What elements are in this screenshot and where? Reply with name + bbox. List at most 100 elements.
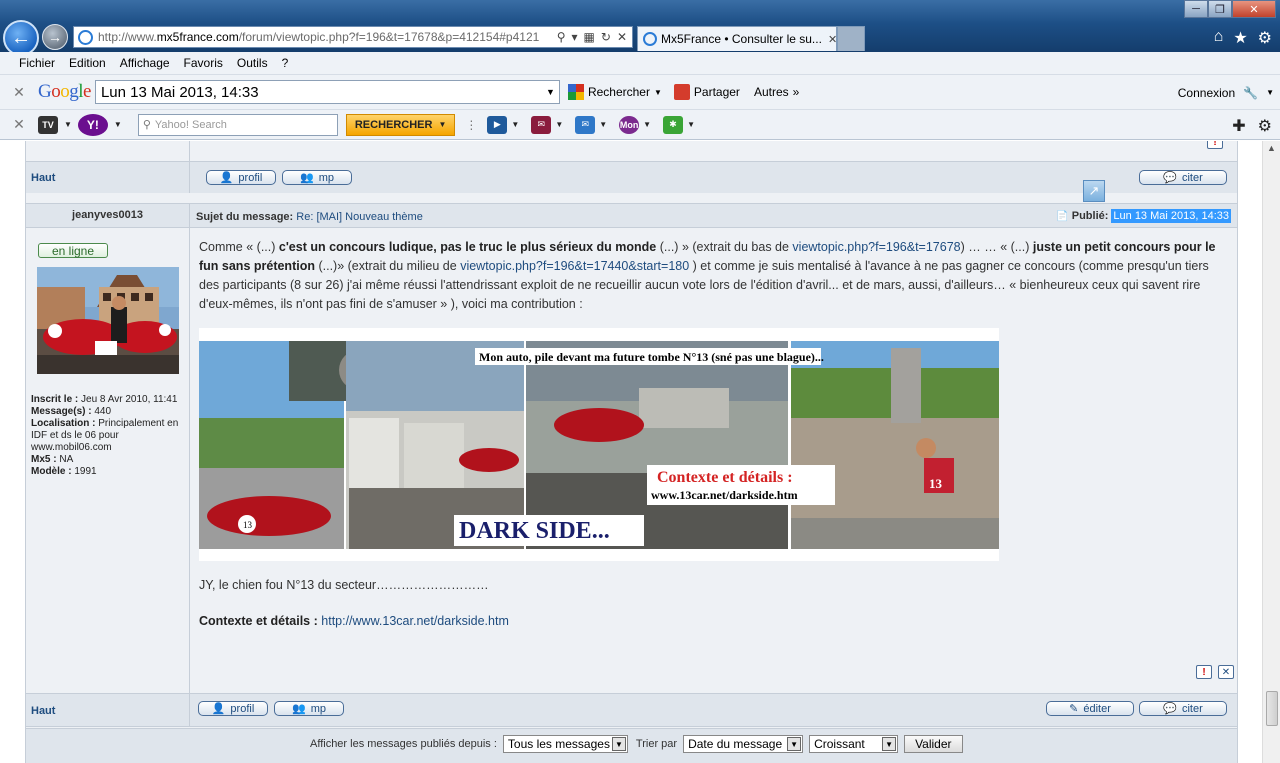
dropdown-arrow-icon[interactable]: ▼	[546, 87, 559, 97]
svg-text:13: 13	[243, 520, 253, 530]
menu-favoris[interactable]: Favoris	[184, 56, 223, 70]
page-viewport: ! Haut 👤 profil 👥 mp 💬 citer ↗ jeanyves0013…	[0, 141, 1262, 763]
chevron-down-icon[interactable]: ▼	[511, 120, 519, 129]
refresh-icon[interactable]: ↻	[601, 30, 611, 44]
tab-active[interactable]: Mx5France • Consulter le su... ✕	[637, 26, 837, 51]
google-search-icon	[567, 84, 584, 100]
haut-link[interactable]: Haut	[31, 705, 55, 717]
close-toolbar-icon[interactable]: ✕	[0, 116, 38, 133]
tab-favicon	[643, 32, 657, 46]
connexion-link[interactable]: Connexion	[1178, 86, 1235, 100]
mail-icon[interactable]: ✉	[575, 115, 596, 134]
dark-side-banner-image[interactable]: 13 13 Mon auto, pile devant ma future to…	[199, 328, 999, 561]
mail-alert-icon[interactable]: ✉	[531, 115, 552, 134]
chevron-down-icon[interactable]: ▼	[687, 120, 695, 129]
share-button[interactable]: Partager	[673, 84, 740, 100]
home-icon[interactable]: ⌂	[1214, 28, 1224, 48]
scrollbar-thumb[interactable]	[1266, 691, 1278, 726]
maximize-button[interactable]: ❐	[1208, 0, 1232, 18]
add-icon[interactable]: ✚	[1232, 116, 1245, 136]
sort-label: Trier par	[635, 738, 678, 750]
filter-bar: Afficher les messages publiés depuis : T…	[26, 728, 1237, 763]
close-icon: ✕	[1221, 666, 1231, 678]
compat-icon[interactable]: ▦	[584, 30, 595, 44]
author-name[interactable]: jeanyves0013	[26, 209, 189, 221]
profil-button[interactable]: 👤 profil	[206, 170, 276, 185]
video-icon[interactable]: ▶	[487, 115, 508, 134]
favorites-star-icon[interactable]: ★	[1233, 28, 1247, 48]
address-bar[interactable]: http://www.mx5france.com/forum/viewtopic…	[73, 26, 633, 48]
menu-edition[interactable]: Edition	[69, 56, 106, 70]
google-search-button[interactable]: Rechercher ▼	[567, 84, 662, 100]
dropdown-arrow-icon: ▼	[787, 737, 802, 751]
browser-titlebar: ← → http://www.mx5france.com/forum/viewt…	[0, 0, 1280, 56]
citer-button[interactable]: 💬 citer	[1139, 701, 1227, 716]
menu-affichage[interactable]: Affichage	[120, 56, 170, 70]
chevron-down-icon[interactable]: ▼	[599, 120, 607, 129]
yahoo-logo-icon[interactable]: Y!	[77, 113, 108, 136]
menu-help[interactable]: ?	[282, 56, 289, 70]
close-window-button[interactable]: ✕	[1232, 0, 1276, 18]
viewtopic-link-1[interactable]: viewtopic.php?f=196&t=17678	[792, 240, 960, 254]
svg-text:www.13car.net/darkside.htm: www.13car.net/darkside.htm	[651, 488, 798, 502]
settings-gear-icon[interactable]: ⚙	[1258, 116, 1272, 136]
menu-fichier[interactable]: Fichier	[19, 56, 55, 70]
subject-link[interactable]: Re: [MAI] Nouveau thème	[296, 211, 423, 223]
chevron-down-icon[interactable]: ▼	[1266, 88, 1274, 97]
sort-select[interactable]: Date du message ▼	[683, 735, 804, 753]
darkside-link[interactable]: http://www.13car.net/darkside.htm	[321, 614, 509, 628]
mon-icon[interactable]: Mon	[619, 115, 640, 134]
svg-text:13: 13	[929, 476, 943, 491]
delete-button[interactable]: ✕	[1218, 665, 1234, 679]
forum-post-area: ! Haut 👤 profil 👥 mp 💬 citer ↗ jeanyves0013…	[25, 141, 1238, 763]
report-button[interactable]: !	[1196, 665, 1212, 679]
profil-button[interactable]: 👤 profil	[198, 701, 268, 716]
chevron-down-icon[interactable]: ▼	[64, 120, 72, 129]
chevron-down-icon: ▼	[653, 87, 662, 97]
url-text[interactable]: http://www.mx5france.com/forum/viewtopic…	[98, 30, 552, 44]
minimize-button[interactable]: ─	[1184, 0, 1208, 18]
vertical-scrollbar[interactable]: ▲	[1262, 141, 1280, 763]
back-button[interactable]: ←	[3, 20, 39, 56]
quote-icon: 💬	[1163, 172, 1177, 184]
chevron-down-icon: ▼	[438, 120, 447, 129]
yahoo-search-button[interactable]: RECHERCHER ▼	[345, 113, 456, 136]
search-icon[interactable]: ⚲	[557, 30, 566, 44]
post-content: Comme « (...) c'est un concours ludique,…	[189, 228, 1237, 693]
report-icon[interactable]: !	[1207, 141, 1223, 149]
order-select[interactable]: Croissant ▼	[809, 735, 899, 753]
menu-outils[interactable]: Outils	[237, 56, 268, 70]
close-toolbar-icon[interactable]: ✕	[0, 84, 38, 101]
chevron-down-icon[interactable]: ▼	[555, 120, 563, 129]
chevron-down-icon[interactable]: ▼	[643, 120, 651, 129]
new-tab-button[interactable]	[837, 26, 865, 51]
haut-link[interactable]: Haut	[31, 172, 55, 184]
viewtopic-link-2[interactable]: viewtopic.php?f=196&t=17440&start=180	[460, 259, 689, 273]
svg-text:DARK SIDE...: DARK SIDE...	[459, 518, 610, 544]
editer-button[interactable]: ✎ éditer	[1046, 701, 1134, 716]
dropdown-icon[interactable]: ▾	[572, 30, 578, 44]
stop-icon[interactable]: ✕	[617, 30, 627, 44]
mp-button[interactable]: 👥 mp	[282, 170, 352, 185]
document-icon: 📄	[1056, 210, 1069, 222]
wrench-icon[interactable]: 🔧	[1243, 86, 1258, 100]
tab-close-icon[interactable]: ✕	[828, 33, 836, 46]
avatar[interactable]	[37, 267, 179, 374]
yahoo-search-input[interactable]: ⚲ Yahoo! Search	[137, 113, 338, 136]
google-search-input[interactable]: Lun 13 Mai 2013, 14:33 ▼	[94, 80, 560, 104]
widget-icon[interactable]: ✱	[663, 115, 684, 134]
mp-button[interactable]: 👥 mp	[274, 701, 344, 716]
settings-gear-icon[interactable]: ⚙	[1258, 28, 1272, 48]
yahoo-toolbar: ✕ TV ▼ Y! ▼ ⚲ Yahoo! Search RECHERCHER ▼…	[0, 109, 1280, 140]
expand-icon[interactable]: ↗	[1083, 180, 1105, 202]
users-icon: 👥	[300, 172, 314, 184]
citer-button[interactable]: 💬 citer	[1139, 170, 1227, 185]
scroll-up-icon[interactable]: ▲	[1267, 143, 1276, 153]
forward-button[interactable]: →	[42, 24, 68, 50]
period-select[interactable]: Tous les messages ▼	[502, 735, 628, 753]
valider-button[interactable]: Valider	[904, 735, 963, 753]
more-button[interactable]: Autres »	[754, 85, 799, 99]
tv-icon[interactable]: TV	[38, 115, 58, 134]
chevron-down-icon[interactable]: ▼	[114, 120, 122, 129]
arrow-left-icon: ←	[11, 26, 31, 49]
